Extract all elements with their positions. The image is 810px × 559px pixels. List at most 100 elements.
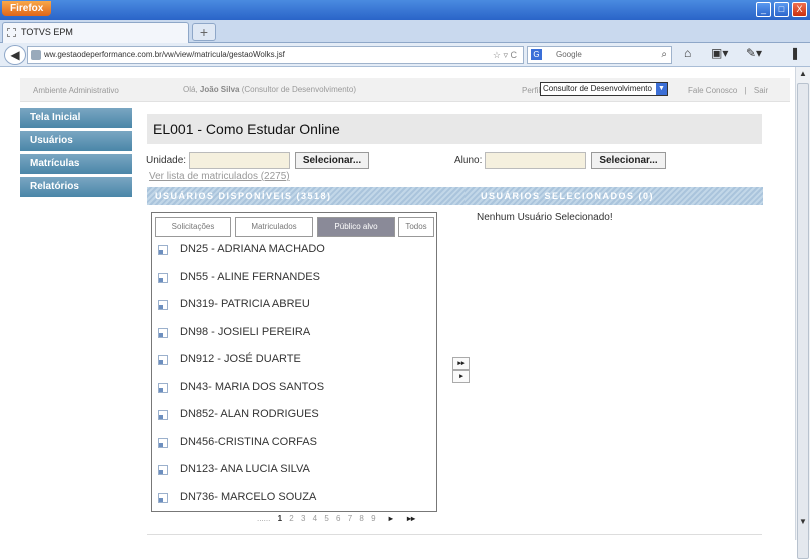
search-box[interactable]: G Google ⌕ — [527, 46, 672, 64]
tab-enrolled[interactable]: Matriculados — [235, 217, 313, 237]
contact-link[interactable]: Fale Conosco — [688, 86, 737, 95]
user-role: (Consultor de Desenvolvimento) — [239, 85, 356, 94]
no-selection-message: Nenhum Usuário Selecionado! — [477, 212, 613, 223]
user-name-label: DN55 - ALINE FERNANDES — [180, 271, 320, 283]
user-name-label: DN736- MARCELO SOUZA — [180, 491, 317, 503]
downloads-icon[interactable]: ▣▾ — [711, 46, 728, 60]
page-link[interactable]: 5 — [324, 514, 328, 523]
addon-icon[interactable]: ✎▾ — [746, 46, 762, 60]
scroll-up-icon[interactable]: ▲ — [797, 68, 809, 80]
user-checkbox[interactable] — [158, 410, 168, 420]
user-checkbox[interactable] — [158, 355, 168, 365]
search-placeholder: Google — [556, 50, 582, 59]
user-checkbox[interactable] — [158, 300, 168, 310]
page-link[interactable]: 7 — [348, 514, 352, 523]
page-link[interactable]: 8 — [359, 514, 363, 523]
unit-field[interactable] — [189, 152, 290, 169]
tab-requests[interactable]: Solicitações — [155, 217, 231, 237]
student-field[interactable] — [485, 152, 586, 169]
user-name-label: DN98 - JOSIELI PEREIRA — [180, 326, 311, 338]
minimize-button[interactable]: _ — [756, 2, 771, 17]
list-item[interactable]: DN43- MARIA DOS SANTOS — [152, 375, 436, 402]
pager-ellipsis: ...... — [257, 514, 271, 523]
user-checkbox[interactable] — [158, 383, 168, 393]
maximize-button[interactable]: □ — [774, 2, 789, 17]
selected-users-header: USUÁRIOS SELECIONADOS (0) — [465, 187, 763, 205]
user-checkbox[interactable] — [158, 328, 168, 338]
move-all-button[interactable]: ▸▸ — [452, 357, 470, 370]
profile-value: Consultor de Desenvolvimento — [543, 84, 652, 93]
user-name: João Silva — [199, 85, 240, 94]
list-item[interactable]: DN736- MARCELO SOUZA — [152, 485, 436, 512]
move-one-button[interactable]: ▸ — [452, 370, 470, 383]
divider — [147, 534, 762, 535]
address-bar[interactable]: ww.gestaodeperformance.com.br/vw/view/ma… — [27, 46, 524, 64]
list-item[interactable]: DN25 - ADRIANA MACHADO — [152, 237, 436, 264]
browser-tab[interactable]: TOTVS EPM — [2, 22, 189, 43]
sidebar-item-enrollments[interactable]: Matrículas — [20, 154, 132, 175]
user-name-label: DN456-CRISTINA CORFAS — [180, 436, 317, 448]
greeting: Olá, João Silva (Consultor de Desenvolvi… — [183, 85, 356, 94]
list-item[interactable]: DN98 - JOSIELI PEREIRA — [152, 320, 436, 347]
user-checkbox[interactable] — [158, 438, 168, 448]
enrollment-list-link[interactable]: Ver lista de matriculados (2275) — [149, 171, 290, 182]
list-item[interactable]: DN912 - JOSÉ DUARTE — [152, 347, 436, 374]
page-link[interactable]: 1 — [278, 514, 282, 523]
page-title: EL001 - Como Estudar Online — [147, 114, 762, 144]
bookmarks-icon[interactable]: ❚ — [790, 46, 800, 60]
user-checkbox[interactable] — [158, 493, 168, 503]
new-tab-button[interactable]: + — [192, 23, 216, 41]
list-item[interactable]: DN55 - ALINE FERNANDES — [152, 265, 436, 292]
back-arrow-icon[interactable]: ◀ — [4, 45, 26, 65]
user-checkbox[interactable] — [158, 465, 168, 475]
link-separator: | — [744, 86, 747, 95]
student-label: Aluno: — [454, 155, 483, 166]
user-checkbox[interactable] — [158, 245, 168, 255]
next-page-icon[interactable]: ▸ — [389, 514, 393, 523]
unit-select-button[interactable]: Selecionar... — [295, 152, 369, 169]
page-link[interactable]: 3 — [301, 514, 305, 523]
list-item[interactable]: DN456-CRISTINA CORFAS — [152, 430, 436, 457]
site-icon — [31, 50, 41, 60]
page-link[interactable]: 2 — [289, 514, 293, 523]
magnifier-icon[interactable]: ⌕ — [661, 47, 667, 63]
list-item[interactable]: DN319- PATRICIA ABREU — [152, 292, 436, 319]
url-text: ww.gestaodeperformance.com.br/vw/view/ma… — [44, 50, 285, 59]
header-links: Fale Conosco | Sair — [688, 86, 768, 95]
greeting-prefix: Olá, — [183, 85, 200, 94]
bookmark-star-icon[interactable]: ☆ ▿ C — [493, 47, 517, 63]
sidebar: Tela Inicial Usuários Matrículas Relatór… — [20, 108, 132, 200]
page-link[interactable]: 4 — [313, 514, 317, 523]
environment-label: Ambiente Administrativo — [33, 86, 119, 95]
page-icon — [7, 28, 16, 37]
firefox-menu-button[interactable]: Firefox — [2, 1, 52, 16]
scroll-down-icon[interactable]: ▼ — [797, 516, 809, 528]
close-window-button[interactable]: X — [792, 2, 807, 17]
scrollbar-thumb[interactable] — [797, 83, 809, 559]
search-engine-icon[interactable]: G — [531, 49, 542, 60]
sidebar-item-home[interactable]: Tela Inicial — [20, 108, 132, 129]
tab-all[interactable]: Todos — [398, 217, 434, 237]
home-icon[interactable]: ⌂ — [684, 46, 691, 60]
user-name-label: DN912 - JOSÉ DUARTE — [180, 353, 301, 365]
page-link[interactable]: 9 — [371, 514, 375, 523]
list-item[interactable]: DN852- ALAN RODRIGUES — [152, 402, 436, 429]
last-page-icon[interactable]: ▸▸ — [407, 514, 415, 523]
user-name-label: DN25 - ADRIANA MACHADO — [180, 243, 325, 255]
user-name-label: DN852- ALAN RODRIGUES — [180, 408, 319, 420]
user-name-label: DN123- ANA LUCIA SILVA — [180, 463, 310, 475]
user-name-label: DN43- MARIA DOS SANTOS — [180, 381, 325, 393]
student-select-button[interactable]: Selecionar... — [591, 152, 666, 169]
chevron-down-icon[interactable]: ▼ — [656, 83, 667, 95]
browser-title-bar: Firefox _ □ X — [0, 0, 810, 20]
sidebar-item-users[interactable]: Usuários — [20, 131, 132, 152]
list-item[interactable]: DN123- ANA LUCIA SILVA — [152, 457, 436, 484]
exit-link[interactable]: Sair — [754, 86, 768, 95]
sidebar-item-reports[interactable]: Relatórios — [20, 177, 132, 198]
profile-select[interactable]: Consultor de Desenvolvimento ▼ — [540, 82, 668, 96]
vertical-scrollbar[interactable]: ▲ ▼ — [795, 67, 810, 559]
user-checkbox[interactable] — [158, 273, 168, 283]
available-users-panel: Solicitações Matriculados Público alvo T… — [151, 212, 437, 512]
tab-target-audience[interactable]: Público alvo — [317, 217, 395, 237]
page-link[interactable]: 6 — [336, 514, 340, 523]
